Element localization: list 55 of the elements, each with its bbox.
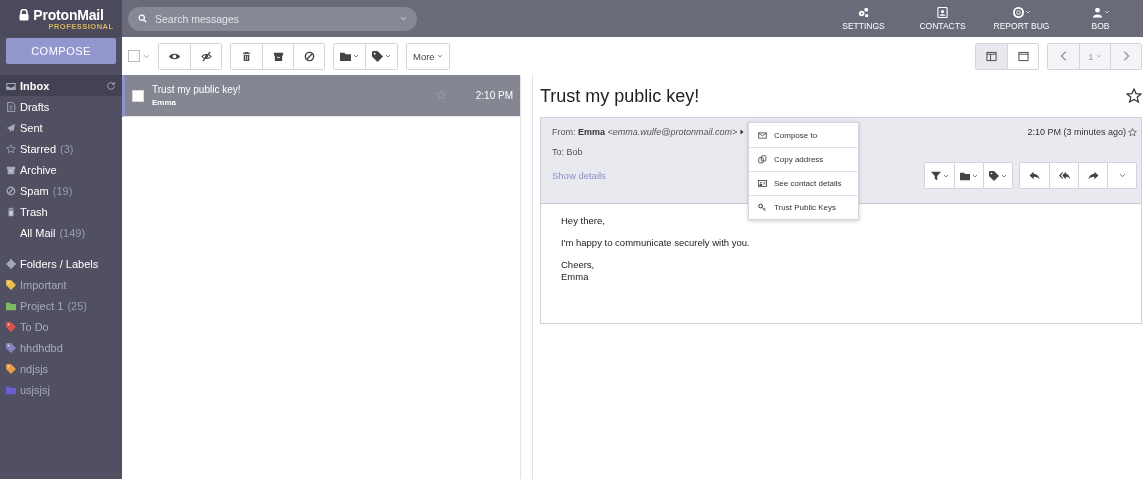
more-button[interactable]: More <box>407 43 449 69</box>
folder-item[interactable]: Inbox <box>0 75 122 96</box>
item-count: (25) <box>67 299 87 312</box>
folder-label: Sent <box>20 121 43 134</box>
folder-item[interactable]: Spam (19) <box>0 180 122 201</box>
nav-item[interactable]: REPORT BUG <box>982 6 1061 31</box>
menu-item[interactable]: Trust Public Keys <box>749 195 858 219</box>
nav-label: BOB <box>1091 21 1110 31</box>
message-title: Trust my public key! <box>540 85 701 107</box>
label-item[interactable]: usjsjsj <box>20 383 50 396</box>
nav-label: SETTINGS <box>842 21 885 31</box>
folder-item[interactable]: All Mail (149) <box>0 222 122 243</box>
menu-item[interactable]: Compose to <box>749 123 858 147</box>
body-paragraph: Hey there, <box>561 215 606 227</box>
folder-label: Spam <box>20 184 49 197</box>
compose-button[interactable]: COMPOSE <box>6 38 116 64</box>
label-item[interactable]: Project 1 <box>20 299 64 312</box>
nav-label: REPORT BUG <box>993 21 1050 31</box>
label-item[interactable]: ndjsjs <box>20 362 49 375</box>
nav-item[interactable]: BOB <box>1061 6 1140 31</box>
show-details-link[interactable]: Show details <box>552 170 606 181</box>
body-paragraph: I'm happy to communicate securely with you. <box>561 237 751 249</box>
message-time: 2:10 PM <box>475 90 513 101</box>
folder-label: Archive <box>20 163 57 176</box>
nav-item[interactable]: CONTACTS <box>903 6 982 31</box>
folder-item[interactable]: Starred (3) <box>0 138 122 159</box>
nav-label: CONTACTS <box>919 21 966 31</box>
label-item[interactable]: hhdhdbd <box>20 341 63 354</box>
sender-line: From: Emma <emma.wulfe@protonmail.com> <box>552 127 738 137</box>
message-subject: Trust my public key! <box>152 84 242 95</box>
logo-text: ProtonMail <box>33 6 104 23</box>
item-count: (3) <box>60 142 74 155</box>
menu-item[interactable]: See contact details <box>749 171 858 195</box>
section-heading[interactable]: Folders / Labels <box>20 257 99 270</box>
folder-item[interactable]: Sent <box>0 117 122 138</box>
body-paragraph: Cheers, Emma <box>561 259 596 283</box>
folder-item[interactable]: Archive <box>0 159 122 180</box>
folder-item[interactable]: Drafts <box>0 96 122 117</box>
nav-item[interactable]: SETTINGS <box>824 6 903 31</box>
folder-item[interactable]: Trash <box>0 201 122 222</box>
message-row[interactable]: Trust my public key! Emma 2:10 PM <box>122 75 520 117</box>
message-sender: Emma <box>152 98 177 107</box>
label-item[interactable]: Important <box>20 278 67 291</box>
folder-label: Trash <box>20 205 48 218</box>
folder-label: Inbox <box>20 79 50 92</box>
folder-label: Drafts <box>20 100 50 113</box>
message-date: 2:10 PM (3 minutes ago) <box>1027 127 1126 137</box>
item-count: (149) <box>59 226 86 239</box>
recipient-line: To: Bob <box>552 147 584 157</box>
item-count: (19) <box>52 184 73 197</box>
menu-item[interactable]: Copy address <box>749 147 858 171</box>
search-field[interactable]: Search messages <box>128 6 417 31</box>
folder-label: All Mail <box>20 226 56 239</box>
label-item[interactable]: To Do <box>20 320 49 333</box>
folder-label: Starred <box>20 142 57 155</box>
